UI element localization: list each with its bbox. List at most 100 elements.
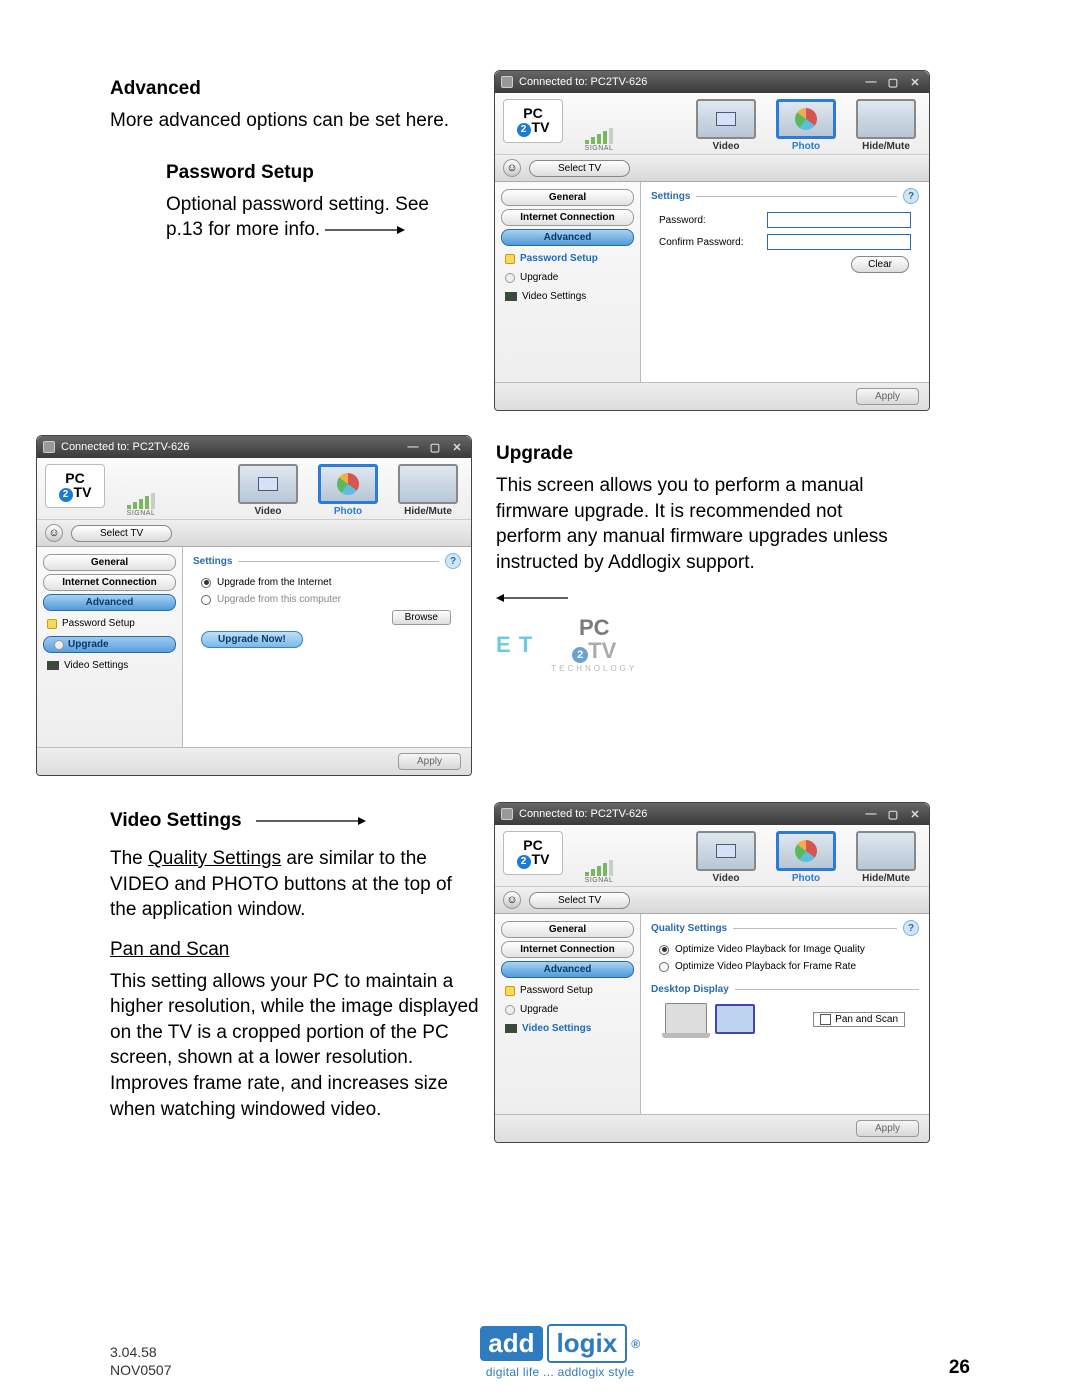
minimize-button[interactable]: — bbox=[863, 807, 879, 821]
password-input[interactable] bbox=[767, 212, 911, 228]
sidebar-upgrade[interactable]: Upgrade bbox=[499, 1000, 636, 1019]
apply-button[interactable]: Apply bbox=[856, 1120, 919, 1137]
clear-button[interactable]: Clear bbox=[851, 256, 909, 273]
sidebar-general[interactable]: General bbox=[43, 554, 176, 571]
sidebar-internet[interactable]: Internet Connection bbox=[43, 574, 176, 591]
sidebar: General Internet Connection Advanced Pas… bbox=[37, 547, 183, 747]
maximize-button[interactable]: ▢ bbox=[427, 440, 443, 454]
confirm-password-input[interactable] bbox=[767, 234, 911, 250]
select-tv-button[interactable]: Select TV bbox=[529, 160, 630, 177]
sidebar-video[interactable]: Video Settings bbox=[499, 287, 636, 306]
app-window-video: Connected to: PC2TV-626 — ▢ ✕ PC2TV SIGN… bbox=[494, 802, 930, 1143]
close-button[interactable]: ✕ bbox=[907, 807, 923, 821]
select-tv-button[interactable]: Select TV bbox=[71, 525, 172, 542]
mode-video-button[interactable]: Video bbox=[233, 464, 303, 517]
radio-upgrade-internet[interactable] bbox=[201, 578, 211, 588]
confirm-password-label: Confirm Password: bbox=[659, 237, 759, 248]
sidebar-general[interactable]: General bbox=[501, 921, 634, 938]
browse-button[interactable]: Browse bbox=[392, 610, 451, 625]
sidebar-advanced[interactable]: Advanced bbox=[501, 961, 634, 978]
radio-upgrade-computer[interactable] bbox=[201, 595, 211, 605]
person-icon[interactable]: ☺ bbox=[503, 891, 521, 909]
sidebar-video[interactable]: Video Settings bbox=[41, 656, 178, 675]
panscan-text: This setting allows your PC to maintain … bbox=[110, 969, 480, 1123]
sidebar-password[interactable]: Password Setup bbox=[41, 614, 178, 633]
content-panel: Settings ? Upgrade from the Internet Upg… bbox=[183, 547, 471, 747]
sidebar-upgrade[interactable]: Upgrade bbox=[43, 636, 176, 653]
sidebar-password[interactable]: Password Setup bbox=[499, 249, 636, 268]
signal-label: SIGNAL bbox=[127, 510, 156, 517]
sidebar-password[interactable]: Password Setup bbox=[499, 981, 636, 1000]
mode-hidemute-button[interactable]: Hide/Mute bbox=[851, 99, 921, 152]
password-text-line2: p.13 for more info. bbox=[166, 219, 320, 240]
radio-upgrade-internet-label: Upgrade from the Internet bbox=[217, 577, 332, 588]
password-heading: Password Setup bbox=[110, 162, 480, 184]
radio-image-quality-label: Optimize Video Playback for Image Qualit… bbox=[675, 944, 865, 955]
radio-frame-rate[interactable] bbox=[659, 962, 669, 972]
close-button[interactable]: ✕ bbox=[449, 440, 465, 454]
mode-hidemute-button[interactable]: Hide/Mute bbox=[851, 831, 921, 884]
arrow-left-icon bbox=[496, 592, 568, 604]
tv-icon bbox=[47, 661, 59, 670]
content-panel: Quality Settings ? Optimize Video Playba… bbox=[641, 914, 929, 1114]
sidebar-video[interactable]: Video Settings bbox=[499, 1019, 636, 1038]
sidebar-upgrade-label: Upgrade bbox=[520, 1004, 558, 1015]
mode-video-button[interactable]: Video bbox=[691, 99, 761, 152]
sidebar-advanced[interactable]: Advanced bbox=[501, 229, 634, 246]
mode-photo-label: Photo bbox=[771, 141, 841, 152]
sidebar-internet[interactable]: Internet Connection bbox=[501, 209, 634, 226]
titlebar: Connected to: PC2TV-626 — ▢ ✕ bbox=[495, 803, 929, 825]
minimize-button[interactable]: — bbox=[863, 75, 879, 89]
titlebar-text: Connected to: PC2TV-626 bbox=[61, 441, 189, 453]
sidebar-upgrade-label: Upgrade bbox=[68, 639, 109, 650]
help-button[interactable]: ? bbox=[903, 920, 919, 936]
sidebar-internet[interactable]: Internet Connection bbox=[501, 941, 634, 958]
tv-icon bbox=[505, 292, 517, 301]
sidebar-upgrade[interactable]: Upgrade bbox=[499, 268, 636, 287]
laptop-icon bbox=[665, 1003, 707, 1035]
video-text-b: Quality Settings bbox=[148, 848, 281, 869]
panscan-option: Pan and Scan bbox=[813, 1012, 905, 1027]
mode-video-label: Video bbox=[233, 506, 303, 517]
mode-hidemute-button[interactable]: Hide/Mute bbox=[393, 464, 463, 517]
apply-button[interactable]: Apply bbox=[856, 388, 919, 405]
sidebar-advanced[interactable]: Advanced bbox=[43, 594, 176, 611]
radio-image-quality[interactable] bbox=[659, 945, 669, 955]
select-tv-button[interactable]: Select TV bbox=[529, 892, 630, 909]
person-icon[interactable]: ☺ bbox=[503, 159, 521, 177]
mode-photo-button[interactable]: Photo bbox=[771, 831, 841, 884]
maximize-button[interactable]: ▢ bbox=[885, 75, 901, 89]
video-text: The Quality Settings are similar to the … bbox=[110, 846, 480, 923]
sidebar-video-label: Video Settings bbox=[522, 291, 586, 302]
app-window-upgrade: Connected to: PC2TV-626 — ▢ ✕ PC2TV SIGN… bbox=[36, 435, 472, 776]
help-button[interactable]: ? bbox=[903, 188, 919, 204]
upgrade-now-button[interactable]: Upgrade Now! bbox=[201, 631, 303, 648]
lock-icon bbox=[505, 254, 515, 264]
panscan-checkbox[interactable] bbox=[820, 1014, 831, 1025]
minimize-button[interactable]: — bbox=[405, 440, 421, 454]
maximize-button[interactable]: ▢ bbox=[885, 807, 901, 821]
mode-video-label: Video bbox=[691, 141, 761, 152]
signal-indicator: SIGNAL bbox=[571, 109, 627, 152]
sidebar-general[interactable]: General bbox=[501, 189, 634, 206]
mode-photo-button[interactable]: Photo bbox=[771, 99, 841, 152]
signal-indicator: SIGNAL bbox=[113, 474, 169, 517]
panscan-heading: Pan and Scan bbox=[110, 939, 229, 960]
person-icon[interactable]: ☺ bbox=[45, 524, 63, 542]
close-button[interactable]: ✕ bbox=[907, 75, 923, 89]
divider bbox=[238, 561, 439, 562]
date-text: NOV0507 bbox=[110, 1362, 171, 1378]
app-header: PC2TV SIGNAL Video Photo Hide/Mute bbox=[495, 93, 929, 154]
sidebar-password-label: Password Setup bbox=[62, 618, 135, 629]
mode-video-button[interactable]: Video bbox=[691, 831, 761, 884]
photo-icon bbox=[795, 840, 817, 862]
app-header: PC2TV SIGNAL Video Photo Hide/Mute bbox=[37, 458, 471, 519]
mode-photo-button[interactable]: Photo bbox=[313, 464, 383, 517]
pc2tv-logo: PC2TV bbox=[503, 99, 563, 143]
mode-hidemute-label: Hide/Mute bbox=[851, 141, 921, 152]
help-button[interactable]: ? bbox=[445, 553, 461, 569]
disc-icon bbox=[54, 640, 64, 650]
watermark-et: E T bbox=[496, 632, 533, 658]
apply-button[interactable]: Apply bbox=[398, 753, 461, 770]
divider bbox=[735, 989, 919, 990]
